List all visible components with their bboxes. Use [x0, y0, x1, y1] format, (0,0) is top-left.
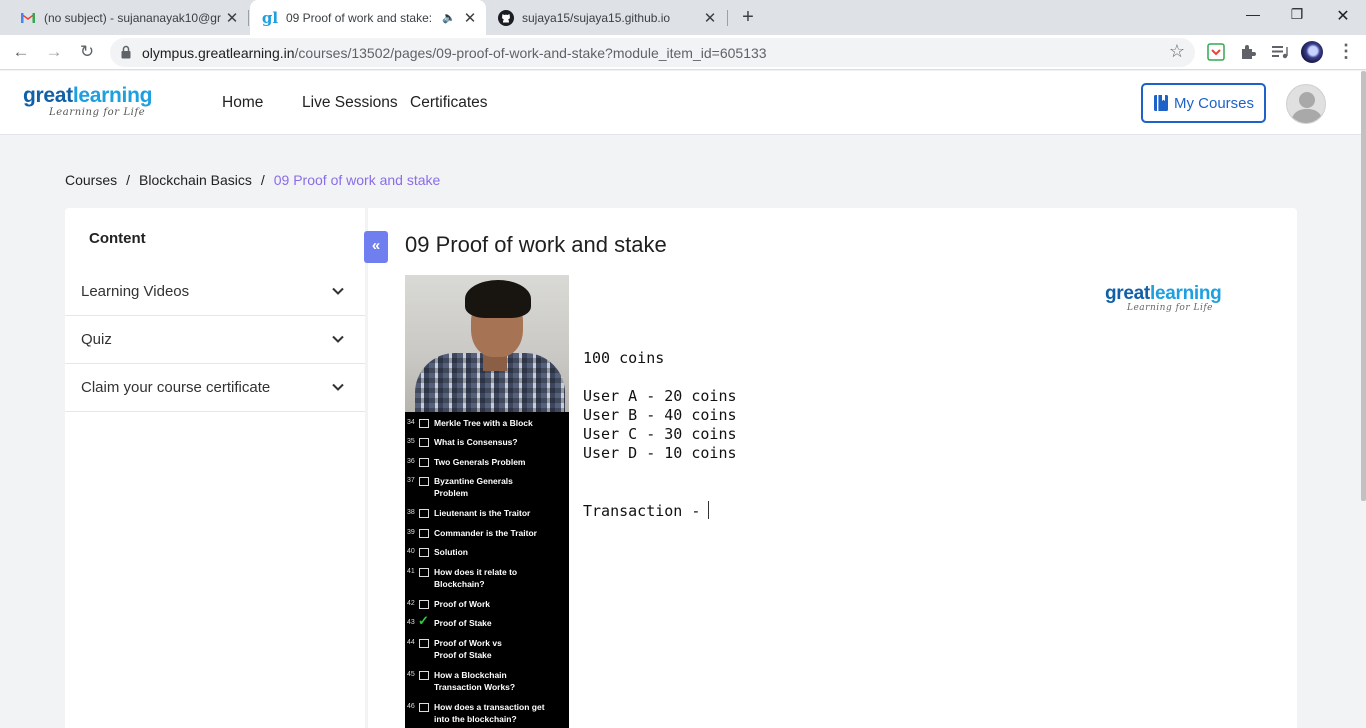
logo-tagline: Learning for Life — [49, 107, 146, 118]
book-icon — [1153, 95, 1168, 111]
url-path: /courses/13502/pages/09-proof-of-work-an… — [294, 45, 767, 61]
nav-certificates[interactable]: Certificates — [410, 94, 488, 112]
forward-arrow-icon[interactable]: → — [43, 41, 65, 63]
back-arrow-icon[interactable]: ← — [10, 41, 32, 63]
browser-tab-gmail[interactable]: (no subject) - sujananayak10@gr ✕ — [8, 0, 248, 35]
user-avatar[interactable] — [1286, 84, 1326, 124]
speaker-icon[interactable]: 🔈 — [442, 11, 456, 24]
restore-icon[interactable]: ❐ — [1287, 6, 1307, 23]
greatlearning-logo[interactable]: greatlearning Learning for Life — [23, 85, 152, 119]
nav-live-sessions[interactable]: Live Sessions — [302, 94, 398, 112]
double-chevron-left-icon: « — [371, 237, 381, 254]
browser-tab-active[interactable]: gl 09 Proof of work and stake: P 🔈 ✕ — [250, 0, 486, 35]
gmail-icon — [20, 10, 36, 26]
pocket-extension-icon[interactable] — [1207, 43, 1225, 61]
browser-toolbar: ← → ↻ olympus.greatlearning.in/courses/1… — [0, 35, 1366, 70]
window-close-icon[interactable]: ✕ — [1333, 6, 1353, 26]
close-tab-icon[interactable]: ✕ — [224, 9, 240, 27]
logo-text-part1: great — [23, 84, 73, 107]
media-control-icon[interactable] — [1271, 43, 1289, 61]
browser-menu-icon[interactable]: ⋮ — [1337, 41, 1355, 62]
reload-icon[interactable]: ↻ — [76, 41, 98, 63]
extensions-puzzle-icon[interactable] — [1239, 43, 1257, 61]
close-tab-icon[interactable]: ✕ — [462, 9, 478, 27]
github-icon — [498, 9, 514, 26]
new-tab-plus-icon[interactable]: + — [738, 6, 758, 28]
collapse-sidebar-button[interactable]: « — [364, 231, 388, 263]
slide-greatlearning-logo: greatlearning Learning for Life — [1105, 283, 1222, 313]
tab-divider — [727, 10, 728, 26]
browser-tab-strip: (no subject) - sujananayak10@gr ✕ gl 09 … — [0, 0, 1366, 35]
chevron-down-icon — [332, 335, 344, 343]
presenter-webcam — [405, 275, 569, 412]
lock-icon — [121, 45, 131, 59]
my-courses-label: My Courses — [1173, 94, 1255, 112]
browser-tab-github[interactable]: sujaya15/sujaya15.github.io ✕ — [486, 0, 726, 35]
bookmark-star-icon[interactable]: ☆ — [1169, 41, 1185, 62]
page-scrollbar[interactable] — [1361, 71, 1366, 501]
breadcrumb-separator: / — [126, 172, 131, 188]
greatlearning-icon: gl — [261, 8, 279, 27]
url-host: olympus.greatlearning.in — [142, 45, 295, 61]
video-player[interactable]: 34 Merkle Tree with a Block 35 What is Con… — [405, 275, 569, 728]
content-sidebar: Content Learning Videos Quiz Claim your … — [65, 208, 365, 728]
breadcrumb-separator: / — [260, 172, 265, 188]
tab-title: 09 Proof of work and stake: P — [286, 10, 437, 25]
tab-divider — [248, 10, 249, 26]
slide-line-total: 100 coins — [583, 349, 665, 367]
slide-line-user-a: User A - 20 coins — [583, 387, 737, 405]
slide-line-user-c: User C - 30 coins — [583, 425, 737, 443]
sidebar-section-quiz[interactable]: Quiz — [65, 316, 365, 364]
tab-title: sujaya15/sujaya15.github.io — [522, 10, 671, 25]
url-text: olympus.greatlearning.in/courses/13502/p… — [142, 45, 767, 61]
slide-line-transaction: Transaction - — [583, 502, 710, 520]
my-courses-button[interactable]: My Courses — [1141, 83, 1266, 123]
profile-avatar[interactable] — [1301, 41, 1323, 63]
breadcrumb-courses[interactable]: Courses — [65, 172, 117, 188]
page-title: 09 Proof of work and stake — [405, 232, 667, 257]
nav-home[interactable]: Home — [222, 94, 263, 112]
breadcrumb-current: 09 Proof of work and stake — [273, 172, 441, 188]
address-bar[interactable]: olympus.greatlearning.in/courses/13502/p… — [110, 38, 1195, 67]
section-label: Learning Videos — [81, 283, 190, 300]
breadcrumb-blockchain-basics[interactable]: Blockchain Basics — [139, 172, 252, 188]
logo-text-part2: learning — [72, 84, 153, 107]
sidebar-section-claim-certificate[interactable]: Claim your course certificate — [65, 364, 365, 412]
sidebar-section-learning-videos[interactable]: Learning Videos — [65, 268, 365, 316]
section-label: Quiz — [81, 331, 112, 348]
section-label: Claim your course certificate — [81, 379, 271, 396]
checkmark-icon: ✓ — [418, 613, 429, 628]
slide-line-user-b: User B - 40 coins — [583, 406, 737, 424]
chevron-down-icon — [332, 287, 344, 295]
text-cursor — [708, 501, 709, 519]
site-header: greatlearning Learning for Life Home Liv… — [0, 71, 1366, 135]
breadcrumb: Courses / Blockchain Basics / 09 Proof of wo… — [65, 172, 440, 188]
minimize-icon[interactable]: — — [1243, 6, 1263, 22]
tab-title: (no subject) - sujananayak10@gr — [44, 10, 221, 25]
user-silhouette-icon — [1291, 92, 1323, 123]
slide-line-user-d: User D - 10 coins — [583, 444, 737, 462]
sidebar-heading: Content — [89, 230, 146, 247]
chevron-down-icon — [332, 383, 344, 391]
close-tab-icon[interactable]: ✕ — [702, 9, 718, 27]
